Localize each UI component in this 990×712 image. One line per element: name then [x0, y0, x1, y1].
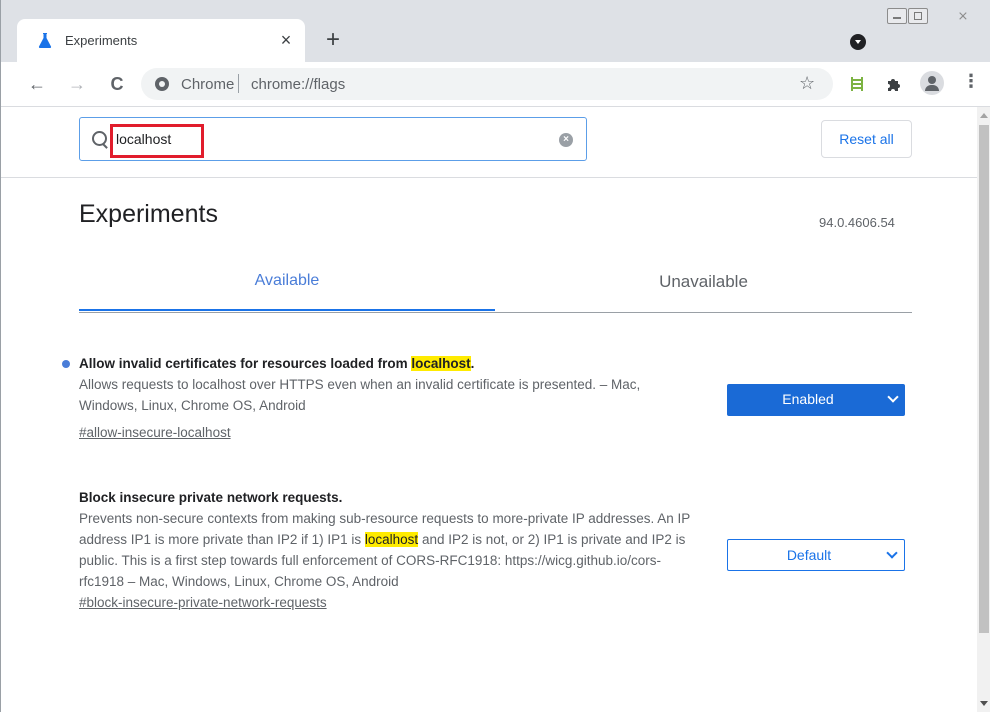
tab-title: Experiments — [65, 33, 138, 48]
bookmark-star-icon[interactable]: ☆ — [799, 73, 815, 94]
forward-button[interactable]: → — [63, 70, 91, 98]
search-match-highlight: localhost — [411, 356, 471, 371]
search-box[interactable]: × — [79, 117, 587, 161]
profile-avatar-icon[interactable] — [920, 71, 944, 95]
new-tab-button[interactable]: + — [320, 28, 346, 54]
tab-unavailable[interactable]: Unavailable — [495, 260, 912, 310]
tab-close-button[interactable]: × — [275, 29, 297, 51]
experiment-allow-insecure-localhost: Allow invalid certificates for resources… — [79, 353, 701, 443]
back-button[interactable]: ← — [23, 70, 51, 98]
experiment-name: Block insecure private network requests. — [79, 490, 343, 505]
select-value: Enabled — [782, 391, 834, 407]
window-close-button[interactable]: ⨯ — [953, 8, 973, 24]
vertical-scrollbar[interactable] — [977, 107, 990, 712]
flags-header: × Reset all — [1, 107, 977, 178]
puzzle-icon[interactable] — [886, 76, 902, 92]
experiment-state-select[interactable]: Enabled — [727, 384, 905, 416]
experiment-permalink[interactable]: #allow-insecure-localhost — [79, 425, 231, 440]
scroll-up-arrow-icon[interactable] — [980, 113, 988, 118]
media-control-icon[interactable] — [850, 34, 866, 50]
experiment-name: Allow invalid certificates for resources… — [79, 356, 475, 371]
version-label: 94.0.4606.54 — [819, 215, 895, 230]
minimize-button[interactable] — [887, 8, 907, 24]
select-value: Default — [786, 547, 832, 563]
experiment-block-insecure-private-network-requests: Block insecure private network requests.… — [79, 487, 701, 613]
search-match-highlight: localhost — [364, 532, 419, 547]
scroll-down-arrow-icon[interactable] — [980, 701, 988, 706]
browser-window: Experiments × + ⨯ ← → C Chrome chrome://… — [0, 0, 990, 712]
tab-available[interactable]: Available — [79, 260, 495, 311]
omnibox-url[interactable]: chrome://flags — [251, 76, 345, 93]
experiment-description: Prevents non-secure contexts from making… — [79, 511, 691, 589]
omnibox-origin: Chrome — [181, 76, 235, 93]
search-icon — [92, 131, 107, 146]
bookmark-list-icon[interactable] — [849, 76, 865, 92]
experiment-state-select[interactable]: Default — [727, 539, 905, 571]
experiment-permalink[interactable]: #block-insecure-private-network-requests — [79, 595, 327, 610]
clear-search-icon[interactable]: × — [559, 133, 573, 147]
browser-toolbar: ← → C Chrome chrome://flags ☆ ⋮ — [1, 62, 990, 107]
annotation-highlight-box — [110, 124, 204, 158]
tab-experiments[interactable]: Experiments × — [17, 19, 305, 62]
flask-icon — [38, 33, 52, 48]
reset-all-button[interactable]: Reset all — [821, 120, 912, 158]
page-title: Experiments — [79, 200, 218, 228]
experiment-description: Allows requests to localhost over HTTPS … — [79, 377, 641, 413]
omnibox[interactable]: Chrome chrome://flags ☆ — [141, 68, 833, 100]
maximize-button[interactable] — [908, 8, 928, 24]
modified-indicator-dot — [62, 360, 70, 368]
chevron-down-icon — [887, 391, 899, 403]
chrome-icon — [155, 77, 169, 91]
tab-strip: Experiments × + ⨯ — [1, 0, 990, 62]
scrollbar-thumb[interactable] — [979, 125, 989, 633]
menu-kebab-icon[interactable]: ⋮ — [962, 71, 980, 92]
omnibox-divider — [238, 74, 239, 93]
tab-bar: Available Unavailable — [79, 260, 912, 313]
reload-button[interactable]: C — [103, 70, 131, 98]
